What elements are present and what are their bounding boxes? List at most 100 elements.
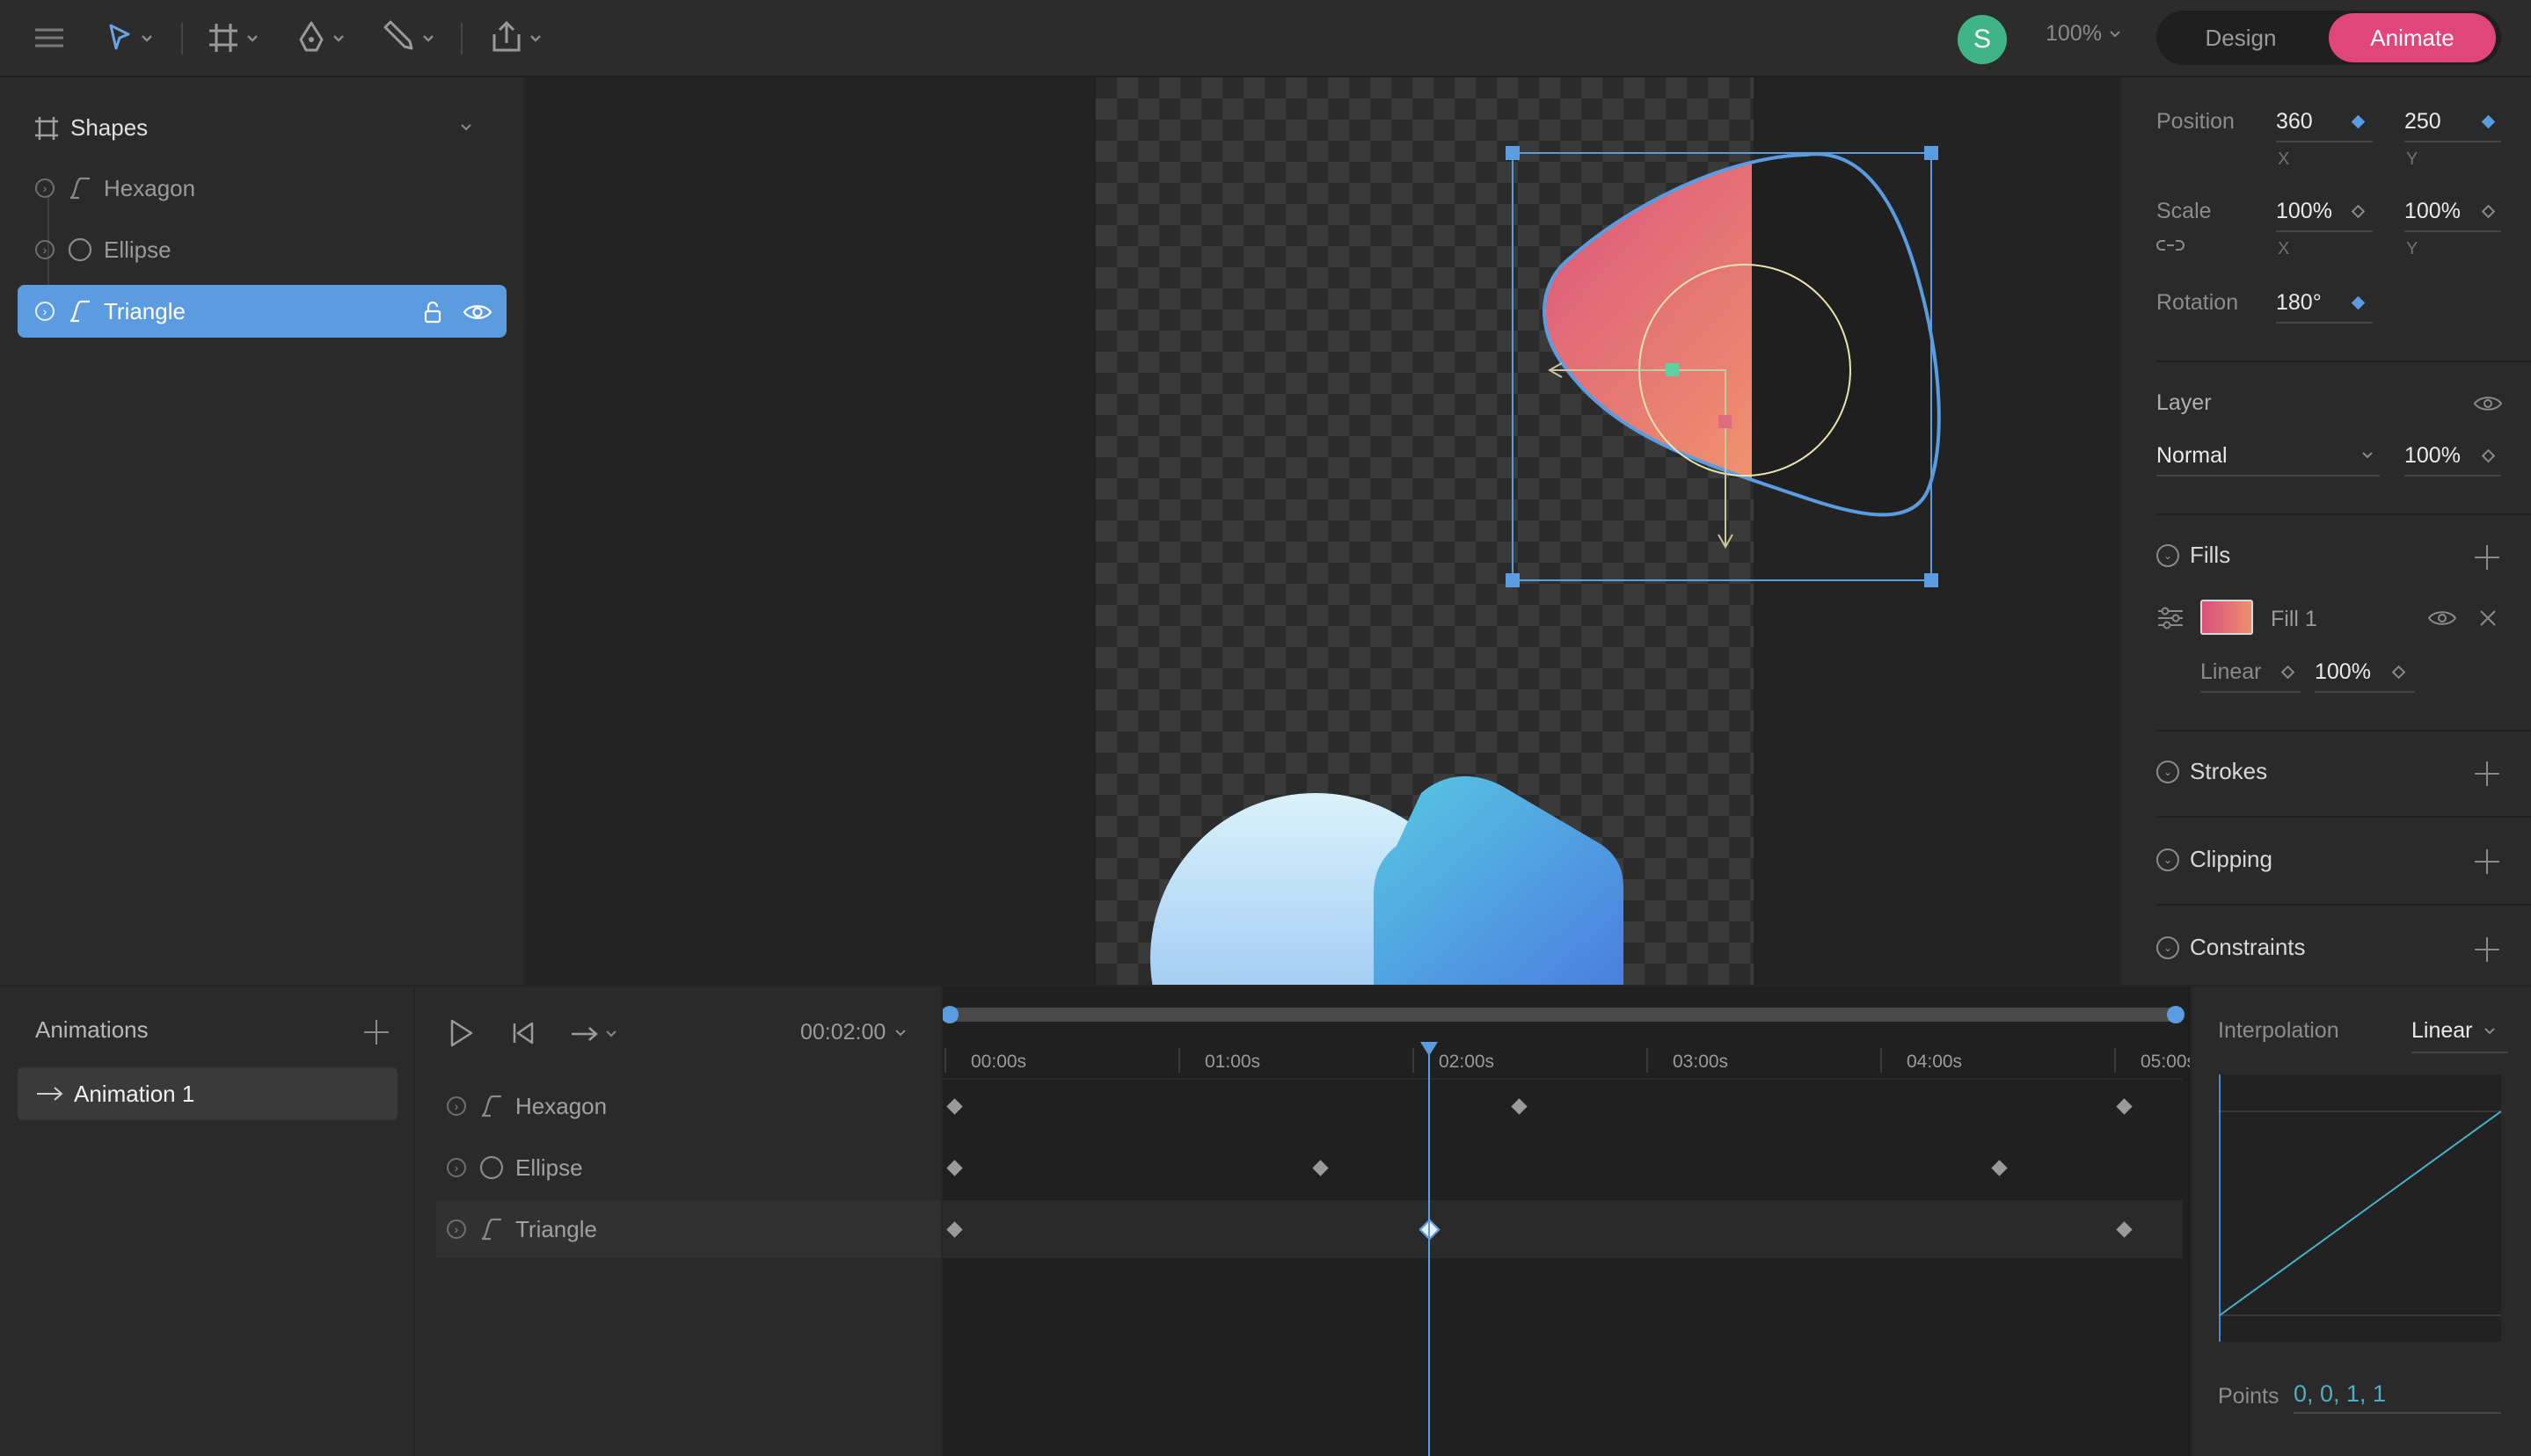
timeline-row-ellipse[interactable]: › Ellipse [436,1139,941,1197]
canvas[interactable] [526,77,2119,985]
selected-row-highlight [943,1200,2183,1258]
clipping-section-header[interactable]: ⌄ Clipping [2156,846,2272,873]
expand-toggle-icon[interactable]: › [35,302,55,321]
keyframe-ellipse-0[interactable] [946,1160,963,1176]
row-divider [943,1078,2183,1080]
interpolation-panel: Interpolation Linear Points 0, 0, 1, 1 [2192,986,2531,1456]
avatar[interactable]: S [1958,15,2007,64]
interpolation-select[interactable]: Linear [2411,1018,2496,1044]
brush-tool-button[interactable] [382,16,438,60]
toolbar-divider [181,23,183,55]
keyframe-toggle-icon[interactable] [2351,114,2366,129]
timeline-range-bar[interactable] [943,1008,2183,1022]
resize-handle[interactable] [1506,146,1520,160]
strokes-section-header[interactable]: ⌄ Strokes [2156,758,2267,785]
constraints-section-header[interactable]: ⌄ Constraints [2156,934,2306,961]
strokes-label: Strokes [2190,758,2268,784]
easing-curve-graph[interactable] [2218,1074,2501,1342]
tick-mark [1178,1048,1180,1073]
keyframe-hexagon-1[interactable] [1511,1098,1528,1115]
add-constraint-button[interactable] [2475,937,2499,962]
top-toolbar: S 100% Design Animate [0,0,2531,77]
keyframe-toggle-icon[interactable] [2351,204,2366,219]
layer-item-ellipse[interactable]: › Ellipse [18,223,507,276]
keyframe-toggle-icon[interactable] [2351,295,2366,310]
section-divider [2156,904,2531,906]
points-field[interactable]: 0, 0, 1, 1 [2294,1380,2386,1408]
canvas-artboard [1096,77,1941,985]
timeline-row-triangle[interactable]: › Triangle [436,1200,941,1258]
eye-icon[interactable] [2427,607,2457,630]
link-proportions-icon[interactable] [2156,234,2185,257]
keyframe-toggle-icon[interactable] [2280,665,2295,680]
fill-color-swatch[interactable] [2200,600,2253,635]
rotation-field[interactable]: 180° [2276,290,2322,316]
gradient-start-handle[interactable] [1666,363,1679,376]
keyframe-hexagon-0[interactable] [946,1098,963,1115]
fill-settings-icon[interactable] [2156,605,2185,631]
fill-name[interactable]: Fill 1 [2271,607,2317,632]
resize-handle[interactable] [1924,573,1938,587]
hamburger-menu-icon[interactable] [32,16,67,60]
add-animation-button[interactable] [364,1020,389,1045]
keyframe-toggle-icon[interactable] [2481,448,2496,463]
add-fill-button[interactable] [2475,545,2499,570]
play-icon[interactable] [447,1018,475,1048]
expand-toggle-icon[interactable]: › [447,1158,466,1177]
expand-toggle-icon[interactable]: › [35,240,55,259]
resize-handle[interactable] [1924,146,1938,160]
frame-tool-button[interactable] [208,16,260,60]
scale-y-field[interactable]: 100% [2404,199,2461,224]
chevron-down-icon[interactable] [459,121,473,134]
skip-to-start-icon[interactable] [510,1020,536,1046]
x-axis-label: X [2278,149,2290,169]
timeline-track[interactable]: 00:00s 01:00s 02:00s 03:00s 04:00s 05:00… [943,986,2190,1456]
resize-handle[interactable] [1506,573,1520,587]
easing-curve [2218,1074,2501,1342]
expand-toggle-icon[interactable]: › [447,1096,466,1116]
scale-x-field[interactable]: 100% [2276,199,2332,224]
timeline-row-hexagon[interactable]: › Hexagon [436,1077,941,1135]
keyframe-toggle-icon[interactable] [2391,665,2406,680]
keyframe-hexagon-2[interactable] [2116,1098,2133,1115]
fill-type-select[interactable]: Linear [2200,659,2262,685]
fills-section-header[interactable]: ⌄ Fills [2156,542,2230,569]
playback-direction-icon[interactable] [570,1023,623,1045]
blend-mode-select[interactable]: Normal [2156,443,2228,469]
expand-toggle-icon[interactable]: › [35,178,55,198]
tick-mark [1880,1048,1882,1073]
animate-mode-button[interactable]: Animate [2329,13,2496,62]
timeline-row-label: Ellipse [515,1154,583,1181]
keyframe-toggle-icon[interactable] [2481,114,2496,129]
add-clipping-button[interactable] [2475,849,2499,874]
layer-opacity-field[interactable]: 100% [2404,443,2461,469]
playhead-handle-icon[interactable] [1419,1041,1439,1057]
expand-toggle-icon[interactable]: › [447,1219,466,1239]
keyframe-ellipse-2[interactable] [1991,1160,2008,1176]
fill-opacity-field[interactable]: 100% [2315,659,2371,685]
layer-item-triangle[interactable]: › Triangle [18,285,507,338]
remove-fill-icon[interactable] [2478,608,2498,628]
position-x-field[interactable]: 360 [2276,109,2313,135]
range-end-handle[interactable] [2167,1006,2185,1023]
gradient-end-handle[interactable] [1718,415,1732,428]
pen-tool-button[interactable] [295,16,348,60]
keyframe-toggle-icon[interactable] [2481,204,2496,219]
playhead[interactable] [1428,1043,1430,1456]
unlock-icon[interactable] [419,299,445,325]
layer-group-shapes[interactable]: Shapes [33,114,148,142]
current-time-dropdown[interactable]: 00:02:00 [800,1020,907,1045]
design-mode-button[interactable]: Design [2156,11,2325,65]
keyframe-ellipse-1[interactable] [1312,1160,1329,1176]
chevron-down-icon[interactable] [2360,450,2374,461]
position-y-field[interactable]: 250 [2404,109,2441,135]
tick-label: 05:00s [2141,1052,2190,1072]
select-tool-button[interactable] [104,16,157,60]
add-stroke-button[interactable] [2475,761,2499,786]
export-tool-button[interactable] [489,16,545,60]
eye-icon[interactable] [463,299,492,325]
zoom-dropdown[interactable]: 100% [2046,21,2121,47]
eye-icon[interactable] [2473,392,2503,415]
layer-item-hexagon[interactable]: › Hexagon [18,162,507,215]
animation-item[interactable]: Animation 1 [18,1067,398,1120]
